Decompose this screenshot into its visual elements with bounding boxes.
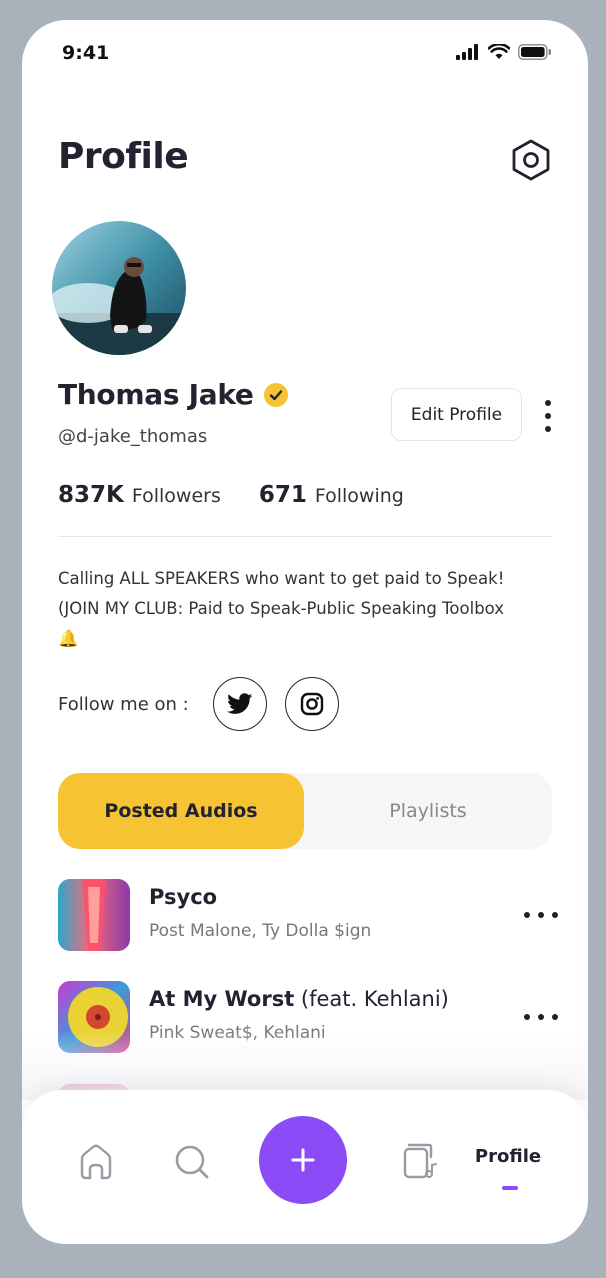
- signal-icon: [456, 44, 478, 60]
- track-title-main: Psyco: [149, 885, 218, 909]
- plus-icon: [291, 1148, 315, 1172]
- status-time: 9:41: [62, 42, 110, 64]
- divider: [58, 536, 552, 537]
- more-dot: [552, 912, 558, 918]
- bio-line: (JOIN MY CLUB: Paid to Speak-Public Spea…: [58, 599, 505, 618]
- more-dot: [538, 1014, 544, 1020]
- track-more-button[interactable]: [524, 1009, 558, 1025]
- bio-line: Calling ALL SPEAKERS who want to get pai…: [58, 569, 505, 588]
- status-bar: 9:41: [22, 20, 588, 90]
- following-label[interactable]: Following: [315, 485, 404, 507]
- track-title: Psyco: [149, 885, 217, 909]
- album-art: [58, 879, 130, 951]
- more-dot: [545, 399, 551, 406]
- more-dot: [545, 412, 551, 419]
- followers-label[interactable]: Followers: [132, 485, 221, 507]
- wifi-icon: [488, 44, 510, 59]
- follow-label: Follow me on :: [58, 693, 189, 715]
- instagram-button[interactable]: [284, 677, 339, 731]
- bottom-nav: Profile: [22, 1090, 588, 1244]
- followers-count[interactable]: 837K: [58, 482, 124, 508]
- twitter-icon: [226, 693, 253, 714]
- tab-posted-audios[interactable]: Posted Audios: [58, 773, 304, 849]
- status-icons: [456, 44, 552, 60]
- following-count[interactable]: 671: [259, 482, 307, 508]
- social-links: Follow me on :: [58, 677, 357, 731]
- track-title-main: At My Worst: [149, 987, 295, 1011]
- content-tabs: Posted Audios Playlists: [58, 773, 552, 849]
- nav-profile[interactable]: Profile: [466, 1146, 550, 1167]
- track-title: At My Worst (feat. Kehlani): [149, 987, 449, 1011]
- more-dot: [552, 1014, 558, 1020]
- add-button[interactable]: [259, 1116, 347, 1204]
- profile-stats: 837K Followers 671 Following: [58, 482, 404, 508]
- hexagon-settings-icon: [512, 139, 550, 181]
- music-library-icon: [403, 1143, 437, 1179]
- more-dot: [524, 912, 530, 918]
- track-more-button[interactable]: [524, 907, 558, 923]
- tab-playlists[interactable]: Playlists: [304, 773, 552, 849]
- bell-emoji-icon: 🔔: [58, 629, 79, 648]
- avatar-photo: [52, 221, 186, 355]
- settings-button[interactable]: [510, 138, 552, 182]
- nav-home[interactable]: [74, 1140, 118, 1184]
- profile-bio: Calling ALL SPEAKERS who want to get pai…: [58, 564, 558, 654]
- home-icon: [80, 1144, 112, 1180]
- battery-icon: [518, 44, 551, 60]
- list-item[interactable]: Psyco Post Malone, Ty Dolla $ign: [58, 879, 558, 951]
- search-icon: [175, 1145, 209, 1179]
- profile-name-row: Thomas Jake: [58, 378, 288, 411]
- nav-search[interactable]: [170, 1140, 214, 1184]
- profile-name: Thomas Jake: [58, 378, 254, 411]
- phone-screen: 9:41 Profile Thomas Jake @d-jake_thomas …: [22, 20, 588, 1244]
- profile-handle: @d-jake_thomas: [58, 426, 208, 447]
- avatar[interactable]: [52, 221, 186, 355]
- track-title-suffix: (feat. Kehlani): [294, 987, 449, 1011]
- more-dot: [538, 912, 544, 918]
- verified-check-icon: [263, 382, 288, 407]
- page-title: Profile: [58, 136, 189, 177]
- instagram-icon: [300, 692, 323, 716]
- track-artists: Post Malone, Ty Dolla $ign: [149, 921, 372, 941]
- album-art-image: [58, 879, 130, 951]
- nav-active-indicator: [502, 1186, 518, 1190]
- edit-profile-button[interactable]: Edit Profile: [391, 388, 522, 441]
- more-options-button[interactable]: [536, 396, 560, 436]
- more-dot: [545, 426, 551, 433]
- more-dot: [524, 1014, 530, 1020]
- twitter-button[interactable]: [212, 677, 267, 731]
- nav-library[interactable]: [398, 1140, 442, 1184]
